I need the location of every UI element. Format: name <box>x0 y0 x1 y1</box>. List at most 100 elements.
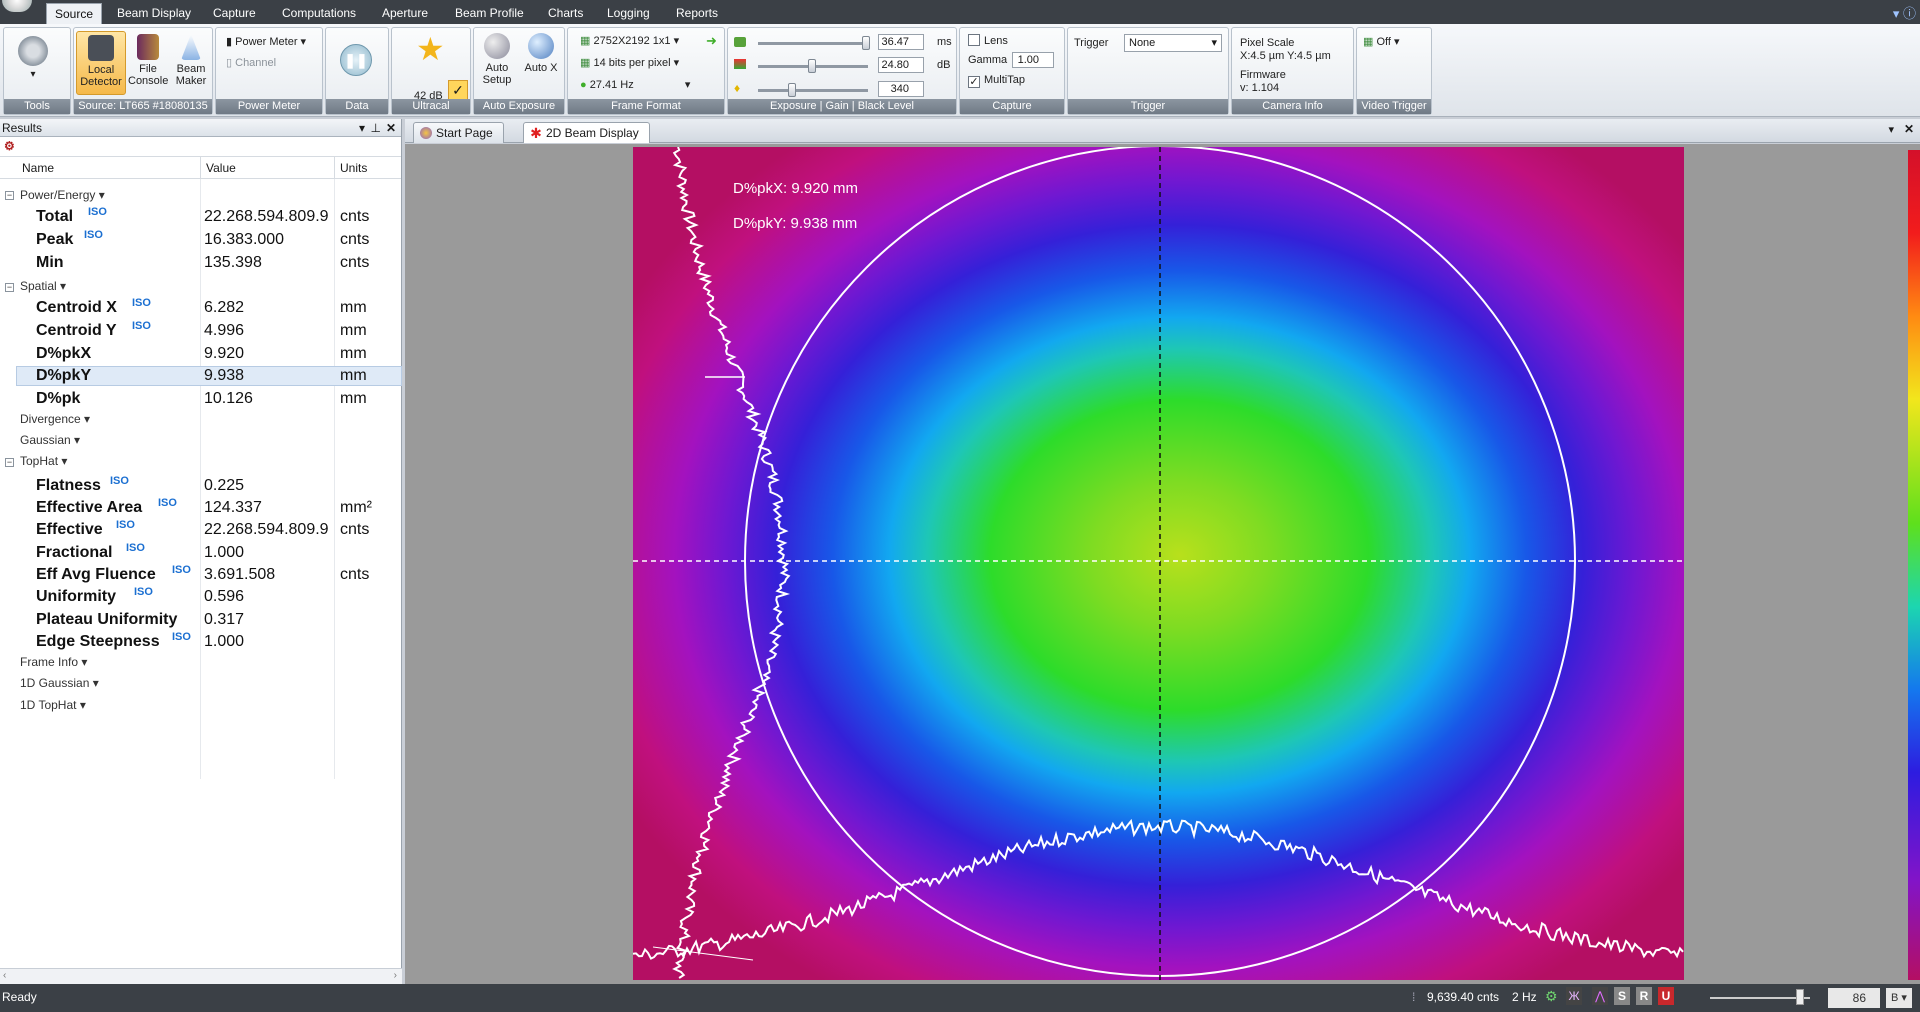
category-1d-gaussian[interactable]: 1D Gaussian ▾ <box>20 676 99 690</box>
result-row[interactable]: Effective Area ISO 124.337 mm² <box>0 497 402 521</box>
result-row[interactable]: Centroid X ISO 6.282 mm <box>0 297 402 321</box>
black-level-input[interactable]: 340 <box>878 81 924 97</box>
rate-dropdown[interactable]: ● 27.41 Hz ▾ <box>580 78 690 91</box>
result-row[interactable]: Effective ISO 22.268.594.809.9 cnts <box>0 519 402 543</box>
beam-maker-button[interactable]: Beam Maker <box>170 31 212 87</box>
tab-2d-beam-display[interactable]: ✱ 2D Beam Display <box>523 122 650 143</box>
result-row[interactable]: Min 135.398 cnts <box>0 254 402 276</box>
collapse-spatial-icon[interactable]: − <box>5 283 14 292</box>
tab-logging[interactable]: Logging <box>599 3 658 24</box>
collapse-power-icon[interactable]: − <box>5 191 14 200</box>
scroll-right-icon[interactable]: › <box>394 970 397 981</box>
black-level-slider-track[interactable] <box>758 89 868 92</box>
zoom-slider-track[interactable] <box>1710 997 1810 999</box>
collapse-tophat-icon[interactable]: − <box>5 458 14 467</box>
result-row[interactable]: D%pk 10.126 mm <box>0 390 402 412</box>
zoom-dropdown[interactable]: B ▾ <box>1886 988 1912 1008</box>
gain-slider-knob[interactable] <box>808 59 816 73</box>
horizontal-scrollbar[interactable]: ‹ › <box>0 968 402 984</box>
resolution-dropdown[interactable]: ▦ 2752X2192 1x1 ▾ <box>580 34 679 47</box>
result-row[interactable]: Uniformity ISO 0.596 <box>0 586 402 610</box>
exposure-slider-track[interactable] <box>758 42 868 45</box>
auto-exposure-group: Auto Setup Auto X Auto Exposure <box>473 27 565 115</box>
row-name: Centroid Y <box>36 322 117 339</box>
tab-start-page[interactable]: Start Page <box>413 122 504 143</box>
exposure-input[interactable]: 36.47 <box>878 34 924 50</box>
s-icon[interactable]: S <box>1614 987 1630 1005</box>
star-icon[interactable]: ★ <box>416 32 445 66</box>
zoom-input[interactable]: 86 <box>1828 988 1880 1008</box>
camera-info-group: Pixel Scale X:4.5 µm Y:4.5 µm Firmware v… <box>1231 27 1354 115</box>
row-value: 1.000 <box>204 633 245 650</box>
panel-menu-icon[interactable]: ▾ <box>359 119 365 137</box>
lens-checkbox[interactable]: Lens <box>968 34 1008 47</box>
result-row[interactable]: D%pkX 9.920 mm <box>0 345 402 367</box>
local-detector-button[interactable]: Local Detector <box>76 31 126 95</box>
category-frame-info[interactable]: Frame Info ▾ <box>20 655 87 669</box>
power-meter-dropdown[interactable]: ▮ Power Meter ▾ <box>226 35 306 48</box>
header-name[interactable]: Name <box>22 161 54 175</box>
r-icon[interactable]: R <box>1636 987 1652 1005</box>
category-power-energy[interactable]: Power/Energy ▾ <box>20 188 105 202</box>
category-tophat[interactable]: TopHat ▾ <box>20 454 67 468</box>
tab-reports[interactable]: Reports <box>668 3 726 24</box>
tab-charts[interactable]: Charts <box>540 3 591 24</box>
category-divergence[interactable]: Divergence ▾ <box>20 412 90 426</box>
result-row[interactable]: Flatness ISO 0.225 <box>0 475 402 499</box>
apply-arrow-icon[interactable]: ➜ <box>706 33 717 49</box>
tab-beam-display[interactable]: Beam Display <box>109 3 199 24</box>
app-logo-icon[interactable] <box>2 0 32 12</box>
auto-x-button[interactable]: Auto X <box>520 31 562 74</box>
tab-beam-profile[interactable]: Beam Profile <box>447 3 532 24</box>
pin-icon[interactable]: ⊥ <box>371 119 381 137</box>
category-spatial[interactable]: Spatial ▾ <box>20 279 66 293</box>
exposure-group: 36.47 ms 24.80 dB ♦ 340 Exposure | Gain … <box>727 27 957 115</box>
rate-icon: ● <box>580 79 587 91</box>
result-row[interactable]: Centroid Y ISO 4.996 mm <box>0 320 402 344</box>
result-row-selected[interactable]: D%pkY 9.938 mm <box>0 367 402 389</box>
tab-computations[interactable]: Computations <box>274 3 364 24</box>
tools-button[interactable]: ▾ <box>18 36 48 81</box>
category-gaussian[interactable]: Gaussian ▾ <box>20 433 80 447</box>
peak-icon[interactable]: ⋀ <box>1592 987 1608 1005</box>
result-row[interactable]: Plateau Uniformity 0.317 <box>0 611 402 633</box>
close-display-icon[interactable]: ✕ <box>1904 122 1914 136</box>
tab-menu-icon[interactable]: ▾ <box>1888 123 1894 136</box>
menu-bar: Source Beam Display Capture Computations… <box>0 0 1920 24</box>
connection-icon[interactable]: ⚙ <box>1545 988 1558 1005</box>
beam-cone-icon <box>181 34 201 60</box>
black-level-slider-knob[interactable] <box>788 83 796 97</box>
scroll-left-icon[interactable]: ‹ <box>3 970 6 981</box>
gain-input[interactable]: 24.80 <box>878 57 924 73</box>
result-row[interactable]: Eff Avg Fluence ISO 3.691.508 cnts <box>0 564 402 588</box>
category-1d-tophat[interactable]: 1D TopHat ▾ <box>20 698 86 712</box>
exposure-slider-knob[interactable] <box>862 36 870 50</box>
u-icon[interactable]: U <box>1658 987 1674 1005</box>
close-icon[interactable]: ✕ <box>386 119 396 137</box>
result-row[interactable]: Total ISO 22.268.594.809.9 cnts <box>0 206 402 230</box>
bits-dropdown[interactable]: ▦ 14 bits per pixel ▾ <box>580 56 679 69</box>
header-value[interactable]: Value <box>206 161 236 175</box>
trigger-dropdown[interactable]: None ▾ <box>1124 34 1222 52</box>
ultracal-checkbox[interactable]: ✓ <box>448 80 468 100</box>
help-icon[interactable]: ▾ ⓘ <box>1893 3 1916 22</box>
channel-item[interactable]: ▯ Channel <box>226 56 276 69</box>
pause-button[interactable]: ❚❚ <box>340 44 372 76</box>
tab-source[interactable]: Source <box>46 3 103 24</box>
beam-image[interactable]: D%pkX: 9.920 mm D%pkY: 9.938 mm <box>633 147 1684 980</box>
x-icon[interactable]: Ж <box>1566 987 1582 1005</box>
result-row[interactable]: Fractional ISO 1.000 <box>0 542 402 566</box>
result-row[interactable]: Edge Steepness ISO 1.000 <box>0 631 402 655</box>
tab-aperture[interactable]: Aperture <box>374 3 436 24</box>
video-trigger-dropdown[interactable]: ▦ Off ▾ <box>1363 35 1400 48</box>
multitap-checkbox[interactable]: ✓ MultiTap <box>968 74 1025 88</box>
zoom-slider-knob[interactable] <box>1796 989 1804 1005</box>
header-units[interactable]: Units <box>340 161 367 175</box>
gamma-input[interactable]: 1.00 <box>1012 52 1054 68</box>
file-console-button[interactable]: File Console <box>128 31 168 87</box>
results-settings-icon[interactable]: ⚙ <box>4 139 15 153</box>
result-row[interactable]: Peak ISO 16.383.000 cnts <box>0 229 402 253</box>
gain-icon <box>734 59 746 69</box>
tab-capture[interactable]: Capture <box>205 3 264 24</box>
auto-setup-button[interactable]: Auto Setup <box>476 31 518 86</box>
